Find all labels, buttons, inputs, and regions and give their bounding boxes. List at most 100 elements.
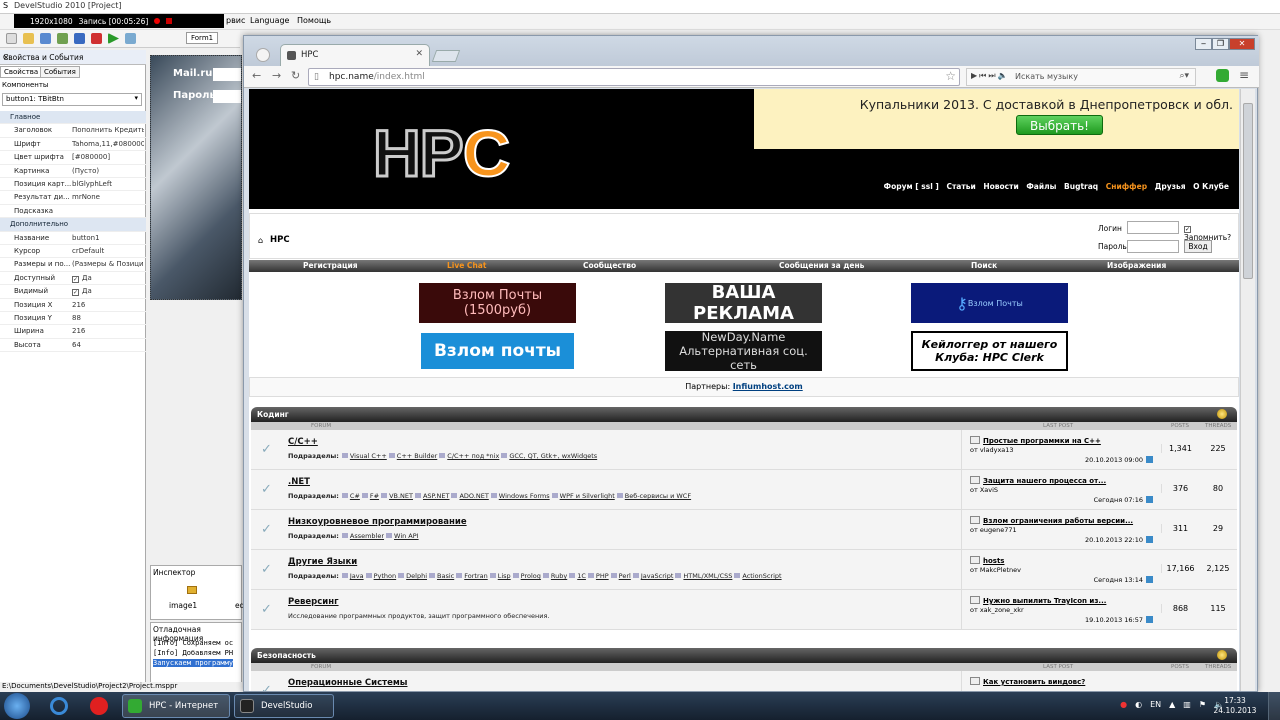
- subforum-link[interactable]: Basic: [429, 572, 454, 580]
- last-post-author[interactable]: от MakcPletnev: [970, 566, 1021, 574]
- page-scrollbar[interactable]: [1240, 89, 1255, 691]
- banner-keylogger[interactable]: Кейлоггер от нашего Клуба: HPC Clerk: [911, 331, 1068, 371]
- language-indicator[interactable]: EN: [1150, 700, 1161, 709]
- nav-friends[interactable]: Друзья: [1155, 182, 1186, 191]
- property-value[interactable]: 64: [72, 341, 144, 349]
- property-value[interactable]: ✓ Да: [72, 274, 144, 283]
- record-tray-icon[interactable]: ●: [1120, 700, 1127, 709]
- checkbox-icon[interactable]: ✓: [72, 275, 79, 283]
- property-category[interactable]: Дополнительно: [0, 218, 146, 232]
- nav-sniffer[interactable]: Сниффер: [1106, 182, 1147, 191]
- subforum-link[interactable]: Python: [366, 572, 397, 580]
- nav-bugtraq[interactable]: Bugtraq: [1064, 182, 1098, 191]
- taskbar-ie-icon[interactable]: [42, 695, 76, 717]
- last-post-author[interactable]: от eugene771: [970, 526, 1017, 534]
- last-post-author[interactable]: от XaviS: [970, 486, 998, 494]
- subforum-link[interactable]: VB.NET: [381, 492, 413, 500]
- search-icon[interactable]: ⌕▾: [1179, 71, 1189, 81]
- address-bar[interactable]: ▯ hpc.name/index.html ☆: [308, 68, 960, 86]
- tab-close-icon[interactable]: ✕: [415, 49, 423, 59]
- subforum-link[interactable]: ASP.NET: [415, 492, 450, 500]
- last-post-author[interactable]: от vladyxa13: [970, 446, 1014, 454]
- subforum-link[interactable]: C/C++ под *nix: [439, 452, 499, 460]
- password-input[interactable]: [1127, 240, 1179, 253]
- banner-your-ad[interactable]: ВАША РЕКЛАМА: [665, 282, 822, 324]
- save-icon[interactable]: [40, 33, 51, 44]
- subforum-link[interactable]: Java: [342, 572, 364, 580]
- property-row[interactable]: Подсказка: [0, 205, 146, 219]
- music-controls-icon[interactable]: ▶⏮⏭🔈: [971, 71, 1010, 81]
- property-value[interactable]: [#080000]: [72, 153, 144, 161]
- login-input[interactable]: [1127, 221, 1179, 234]
- inspector-item[interactable]: image1: [169, 601, 197, 610]
- subforum-link[interactable]: Win API: [386, 532, 419, 540]
- subforum-link[interactable]: Fortran: [456, 572, 487, 580]
- property-row[interactable]: Курсор crDefault: [0, 245, 146, 259]
- property-row[interactable]: Шрифт Tahoma,11,#080000: [0, 138, 146, 152]
- breadcrumb-home[interactable]: HPC: [270, 235, 290, 245]
- tray-expand-icon[interactable]: ▲: [1169, 700, 1175, 709]
- property-value[interactable]: Tahoma,11,#080000: [72, 140, 144, 148]
- open-icon[interactable]: [23, 33, 34, 44]
- forum-title[interactable]: Другие Языки: [288, 557, 357, 567]
- tab-events[interactable]: События: [40, 66, 80, 78]
- menu-language[interactable]: Language: [250, 16, 289, 25]
- subforum-link[interactable]: Lisp: [490, 572, 511, 580]
- new-tab-button[interactable]: [431, 50, 461, 62]
- new-icon[interactable]: [6, 33, 17, 44]
- record-icon[interactable]: [154, 18, 161, 24]
- bookmark-star-icon[interactable]: ☆: [945, 69, 956, 83]
- top-ad-button[interactable]: Выбрать!: [1016, 115, 1103, 135]
- designer-mail-input[interactable]: [213, 68, 241, 81]
- flag-icon[interactable]: ⚑: [1199, 700, 1206, 709]
- subforum-link[interactable]: GCC, QT, Gtk+, wxWidgets: [501, 452, 597, 460]
- last-post-author[interactable]: от xak_zone_xkr: [970, 606, 1024, 614]
- subforum-link[interactable]: Веб-сервисы и WCF: [617, 492, 691, 500]
- scrollbar-thumb[interactable]: [1243, 103, 1253, 279]
- subforum-link[interactable]: C#: [342, 492, 360, 500]
- subforum-link[interactable]: Assembler: [342, 532, 384, 540]
- subforum-link[interactable]: JavaScript: [633, 572, 674, 580]
- subforum-link[interactable]: PHP: [588, 572, 609, 580]
- banner-mail-hack-key[interactable]: ⚷ Взлом Почты: [911, 283, 1068, 323]
- forum-title[interactable]: Реверсинг: [288, 597, 339, 607]
- category-title[interactable]: Безопасность: [257, 651, 316, 660]
- taskbar-yandex-icon[interactable]: [82, 695, 116, 717]
- menu-icon[interactable]: ≡: [1239, 68, 1249, 82]
- property-value[interactable]: button1: [72, 234, 144, 242]
- banner-mail-hack-1500[interactable]: Взлом Почты (1500руб): [419, 283, 576, 323]
- minimize-icon[interactable]: ‒: [1195, 38, 1212, 50]
- component-select[interactable]: button1: TBitBtn: [2, 93, 142, 106]
- music-search-input[interactable]: Искать музыку: [1015, 72, 1078, 81]
- profile-icon[interactable]: [256, 48, 270, 62]
- run-icon[interactable]: [108, 33, 119, 44]
- nav-news[interactable]: Новости: [983, 182, 1018, 191]
- nav-images[interactable]: Изображения: [1107, 261, 1166, 270]
- nav-community[interactable]: Сообщество: [583, 261, 636, 270]
- subforum-link[interactable]: C++ Builder: [389, 452, 438, 460]
- login-button[interactable]: Вход: [1184, 240, 1212, 253]
- subforum-link[interactable]: Delphi: [398, 572, 427, 580]
- property-row[interactable]: Позиция Y 88: [0, 312, 146, 326]
- last-post-title[interactable]: Как установить виндовс?: [970, 677, 1085, 686]
- form-icon[interactable]: [125, 33, 136, 44]
- forum-title[interactable]: .NET: [288, 477, 310, 487]
- property-row[interactable]: Высота 64: [0, 339, 146, 353]
- property-row[interactable]: Картинка (Пусто): [0, 165, 146, 178]
- subforum-link[interactable]: Prolog: [513, 572, 541, 580]
- nav-live-chat[interactable]: Live Chat: [447, 261, 486, 270]
- property-row[interactable]: Доступный ✓ Да: [0, 272, 146, 286]
- forward-icon[interactable]: →: [272, 69, 281, 82]
- category-header[interactable]: Безопасность: [251, 648, 1237, 663]
- property-value[interactable]: 216: [72, 327, 144, 335]
- clock[interactable]: 17:33 24.10.2013: [1210, 696, 1260, 716]
- nav-about[interactable]: О Клубе: [1193, 182, 1229, 191]
- stop-icon[interactable]: [166, 18, 173, 24]
- nav-todays-posts[interactable]: Сообщения за день: [779, 261, 864, 270]
- nav-articles[interactable]: Статьи: [946, 182, 975, 191]
- property-value[interactable]: blGlyphLeft: [72, 180, 144, 188]
- property-value[interactable]: (Пусто): [72, 167, 144, 175]
- forum-title[interactable]: Низкоуровневое программирование: [288, 517, 467, 527]
- property-row[interactable]: Видимый ✓ Да: [0, 285, 146, 299]
- build-icon[interactable]: [57, 33, 68, 44]
